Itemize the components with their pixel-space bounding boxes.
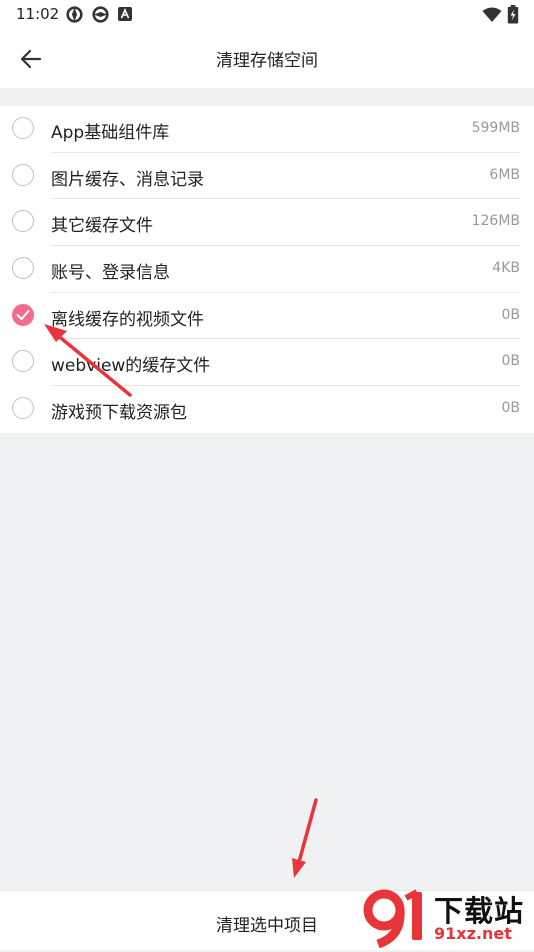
item-size: 0B	[501, 353, 520, 370]
sync-notification-icon-2	[92, 6, 109, 23]
page-title: 清理存储空间	[216, 51, 318, 71]
radio-checkbox[interactable]	[12, 397, 34, 420]
list-item[interactable]: App基础组件库 599MB	[0, 106, 534, 153]
radio-checkbox[interactable]	[12, 117, 34, 139]
app-bar: 清理存储空间	[0, 30, 534, 88]
item-size: 0B	[501, 400, 520, 417]
item-size: 4KB	[492, 260, 520, 277]
item-label: 其它缓存文件	[51, 216, 153, 237]
radio-checkbox-checked[interactable]	[12, 303, 34, 326]
item-size: 6MB	[489, 166, 520, 183]
radio-checkbox[interactable]	[12, 350, 34, 373]
checkmark-icon	[16, 309, 30, 320]
item-label: 图片缓存、消息记录	[51, 169, 204, 190]
list-item[interactable]: 图片缓存、消息记录 6MB	[0, 153, 534, 200]
list-item[interactable]: 离线缓存的视频文件 0B	[0, 293, 534, 340]
radio-checkbox[interactable]	[12, 257, 34, 280]
font-notification-icon	[118, 7, 132, 21]
watermark-91-logo-icon	[363, 889, 422, 949]
cache-list: App基础组件库 599MB 图片缓存、消息记录 6MB 其它缓存文件 126M…	[0, 106, 534, 433]
list-item[interactable]: 账号、登录信息 4KB	[0, 246, 534, 293]
list-item[interactable]: 其它缓存文件 126MB	[0, 199, 534, 246]
battery-icon	[507, 5, 519, 24]
item-label: webview的缓存文件	[51, 356, 211, 377]
radio-checkbox[interactable]	[12, 210, 34, 233]
watermark-logo: 下载站 91xz.net	[362, 886, 534, 950]
item-label: 账号、登录信息	[51, 263, 170, 284]
item-label: 离线缓存的视频文件	[51, 309, 204, 330]
list-item[interactable]: 游戏预下载资源包 0B	[0, 386, 534, 433]
annotation-arrow	[292, 798, 318, 878]
list-item[interactable]: webview的缓存文件 0B	[0, 339, 534, 386]
watermark-url: 91xz.net	[434, 924, 512, 943]
item-size: 126MB	[471, 213, 520, 230]
item-label: 游戏预下载资源包	[51, 403, 187, 424]
item-size: 599MB	[471, 120, 520, 136]
item-size: 0B	[501, 306, 520, 323]
sync-notification-icon	[66, 6, 83, 23]
item-label: App基础组件库	[51, 123, 170, 143]
status-time: 11:02	[16, 5, 60, 23]
status-bar: 11:02	[0, 0, 534, 30]
wifi-icon	[482, 7, 502, 22]
radio-checkbox[interactable]	[12, 163, 34, 186]
